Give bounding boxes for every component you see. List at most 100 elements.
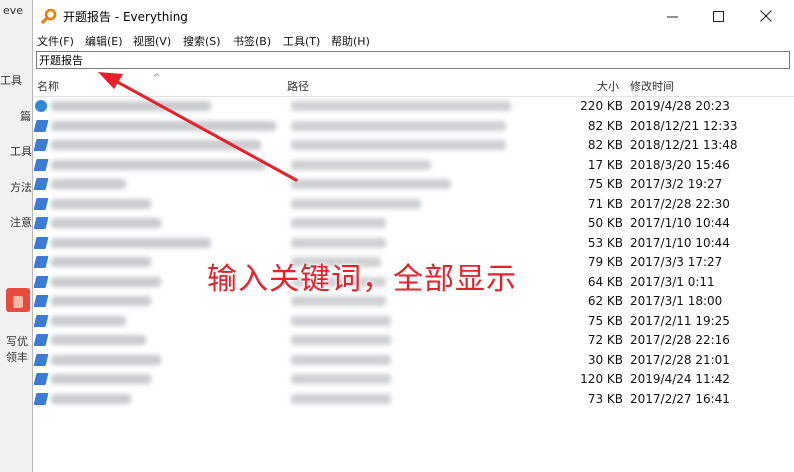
file-icon (33, 373, 49, 385)
file-path-blurred (291, 374, 391, 384)
background-app-label: 注意 (10, 216, 32, 229)
file-name-blurred (51, 218, 161, 228)
file-icon (33, 139, 49, 151)
file-row[interactable]: 17 KB 2018/3/20 15:46 (33, 156, 794, 175)
menu-edit[interactable]: 编辑(E) (85, 33, 123, 49)
file-size: 53 KB (587, 236, 623, 250)
menu-view[interactable]: 视图(V) (133, 33, 171, 49)
file-path-blurred (291, 355, 391, 365)
background-app-label: 方法 (10, 181, 32, 194)
file-name-blurred (51, 121, 276, 131)
background-app-panel: eve 工具 篇 工具 方法 注意 写优 领丰 (0, 0, 34, 472)
file-size: 120 KB (580, 372, 623, 386)
file-row[interactable]: 220 KB 2019/4/28 20:23 (33, 97, 794, 116)
file-row[interactable]: 75 KB 2017/2/11 19:25 (33, 312, 794, 331)
file-name-blurred (51, 160, 266, 170)
close-button[interactable] (743, 0, 789, 32)
file-size: 75 KB (587, 314, 623, 328)
file-name-blurred (51, 296, 151, 306)
minimize-icon (666, 16, 678, 17)
file-modified: 2017/2/27 16:41 (630, 392, 730, 406)
file-name-blurred (51, 257, 151, 267)
file-icon (33, 393, 49, 405)
background-app-label: 写优 (6, 335, 28, 348)
file-modified: 2017/2/28 22:16 (630, 333, 730, 347)
file-row[interactable]: 71 KB 2017/2/28 22:30 (33, 195, 794, 214)
background-app-label: 工具 (10, 145, 32, 158)
file-name-blurred (51, 238, 211, 248)
file-modified: 2017/3/2 19:27 (630, 177, 723, 191)
file-row[interactable]: 82 KB 2018/12/21 12:33 (33, 117, 794, 136)
file-modified: 2017/2/11 19:25 (630, 314, 730, 328)
file-modified: 2018/3/20 15:46 (630, 158, 730, 172)
file-row[interactable]: 75 KB 2017/3/2 19:27 (33, 175, 794, 194)
file-icon (33, 217, 49, 229)
file-modified: 2017/1/10 10:44 (630, 236, 730, 250)
title-bar[interactable]: 开题报告 - Everything (33, 0, 794, 32)
file-modified: 2019/4/24 11:42 (630, 372, 730, 386)
file-row[interactable]: 120 KB 2019/4/24 11:42 (33, 370, 794, 389)
file-name-blurred (51, 335, 146, 345)
background-app-label: 领丰 (6, 351, 28, 364)
menu-tools[interactable]: 工具(T) (283, 33, 320, 49)
file-icon (33, 276, 49, 288)
file-name-blurred (51, 179, 126, 189)
file-size: 17 KB (587, 158, 623, 172)
file-row[interactable]: 73 KB 2017/2/27 16:41 (33, 390, 794, 409)
file-size: 64 KB (587, 275, 623, 289)
file-modified: 2019/4/28 20:23 (630, 99, 730, 113)
file-row[interactable]: 50 KB 2017/1/10 10:44 (33, 214, 794, 233)
file-size: 79 KB (587, 255, 623, 269)
file-row[interactable]: 82 KB 2018/12/21 13:48 (33, 136, 794, 155)
file-row[interactable]: 30 KB 2017/2/28 21:01 (33, 351, 794, 370)
file-size: 82 KB (587, 138, 623, 152)
file-path-blurred (291, 218, 386, 228)
file-modified: 2017/1/10 10:44 (630, 216, 730, 230)
minimize-button[interactable] (649, 0, 695, 32)
file-row[interactable]: 53 KB 2017/1/10 10:44 (33, 234, 794, 253)
menu-search[interactable]: 搜索(S) (183, 33, 221, 49)
column-size-header[interactable]: 大小 (597, 78, 619, 94)
menu-file[interactable]: 文件(F) (37, 33, 74, 49)
background-app-label: 工具 (0, 74, 22, 87)
search-box[interactable] (36, 51, 790, 69)
column-path-header[interactable]: 路径 (287, 78, 309, 94)
file-name-blurred (51, 374, 151, 384)
background-app-icon (6, 288, 30, 312)
file-icon (33, 256, 49, 268)
file-path-blurred (291, 199, 421, 209)
file-size: 82 KB (587, 119, 623, 133)
window-title: 开题报告 - Everything (63, 10, 188, 24)
maximize-button[interactable] (695, 0, 741, 32)
magnifier-app-icon (41, 8, 57, 24)
file-modified: 2017/3/1 0:11 (630, 275, 715, 289)
file-icon (33, 354, 49, 366)
column-name-header[interactable]: 名称 (37, 78, 59, 94)
file-modified: 2017/2/28 22:30 (630, 197, 730, 211)
search-input[interactable] (39, 52, 779, 68)
file-name-blurred (51, 140, 261, 150)
file-path-blurred (291, 335, 391, 345)
file-size: 75 KB (587, 177, 623, 191)
file-size: 73 KB (587, 392, 623, 406)
column-modified-header[interactable]: 修改时间 (630, 78, 674, 94)
file-name-blurred (51, 316, 126, 326)
file-row[interactable]: 72 KB 2017/2/28 22:16 (33, 331, 794, 350)
background-app-label: eve (3, 4, 24, 17)
menu-bookmarks[interactable]: 书签(B) (233, 33, 271, 49)
file-name-blurred (51, 199, 151, 209)
file-icon (33, 334, 49, 346)
everything-window: 开题报告 - Everything 文件(F) 编辑(E) 视图(V) 搜索(S… (32, 0, 794, 472)
file-path-blurred (291, 160, 431, 170)
file-size: 62 KB (587, 294, 623, 308)
file-path-blurred (291, 394, 391, 404)
file-path-blurred (291, 121, 506, 131)
close-icon (760, 10, 772, 22)
file-icon (33, 198, 49, 210)
file-path-blurred (291, 238, 386, 248)
file-name-blurred (51, 101, 211, 111)
file-icon (33, 295, 49, 307)
menu-help[interactable]: 帮助(H) (331, 33, 370, 49)
file-icon (33, 120, 49, 132)
file-size: 50 KB (587, 216, 623, 230)
